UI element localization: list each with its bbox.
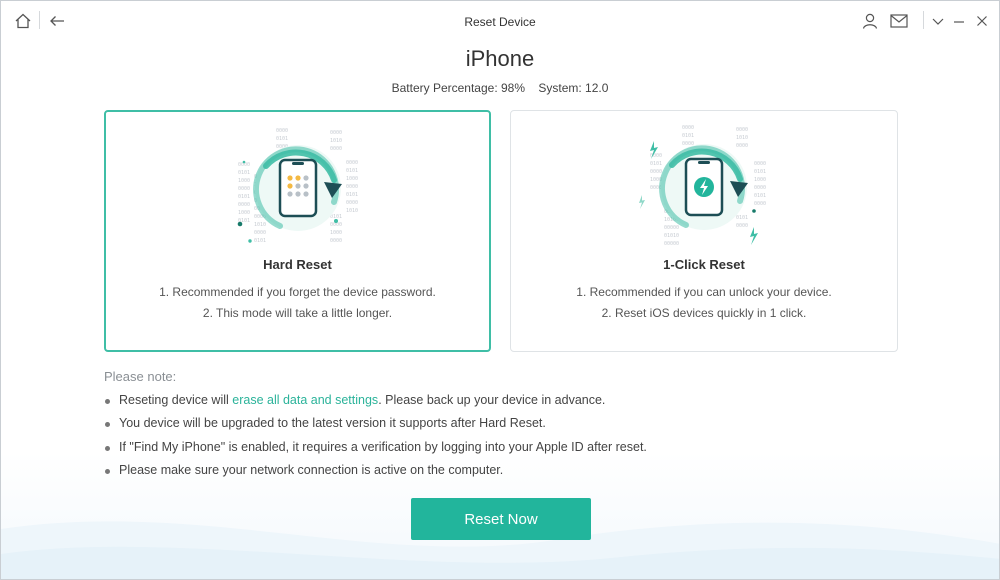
erase-data-link[interactable]: erase all data and settings — [232, 393, 378, 407]
hard-reset-description: 1. Recommended if you forget the device … — [106, 282, 489, 324]
svg-text:0101: 0101 — [754, 169, 766, 175]
svg-text:0000: 0000 — [330, 130, 342, 136]
svg-text:0101: 0101 — [276, 136, 288, 142]
svg-text:1010: 1010 — [330, 138, 342, 144]
bullet-icon — [105, 468, 110, 474]
svg-text:0000: 0000 — [330, 238, 342, 244]
svg-text:0101: 0101 — [346, 192, 358, 198]
svg-text:1000: 1000 — [238, 210, 250, 216]
svg-text:0101: 0101 — [682, 133, 694, 139]
hard-reset-line-2: 2. This mode will take a little longer. — [202, 306, 393, 320]
svg-text:0101: 0101 — [650, 161, 662, 167]
bullet-icon — [105, 445, 110, 451]
svg-text:0000: 0000 — [754, 185, 766, 191]
svg-text:1010: 1010 — [254, 222, 266, 228]
svg-text:0000: 0000 — [650, 169, 662, 175]
note-label: Please note: — [104, 369, 177, 384]
svg-text:0101: 0101 — [238, 194, 250, 200]
one-click-reset-card[interactable]: 00000101000010000000 0000001010000001010… — [510, 110, 898, 352]
svg-text:1010: 1010 — [736, 135, 748, 141]
svg-text:0000: 0000 — [346, 200, 358, 206]
svg-text:0000: 0000 — [736, 223, 748, 229]
note-item: Reseting device will erase all data and … — [104, 389, 647, 412]
note-item: If "Find My iPhone" is enabled, it requi… — [104, 436, 647, 459]
device-info: Battery Percentage: 98% System: 12.0 — [1, 81, 999, 95]
svg-text:0101: 0101 — [736, 215, 748, 221]
app-window: Reset Device iPhone Battery Percentage: … — [0, 0, 1000, 580]
svg-text:1000: 1000 — [346, 176, 358, 182]
svg-text:0000: 0000 — [650, 153, 662, 159]
title-bar-divider-right — [923, 11, 924, 29]
svg-text:0101: 0101 — [238, 170, 250, 176]
hard-reset-line-1: 1. Recommended if you forget the device … — [159, 285, 436, 299]
svg-text:0000: 0000 — [754, 161, 766, 167]
svg-text:0000: 0000 — [346, 184, 358, 190]
note-item: Please make sure your network connection… — [104, 459, 647, 482]
svg-text:01010: 01010 — [664, 233, 679, 239]
svg-text:0000: 0000 — [346, 160, 358, 166]
svg-text:00000: 00000 — [664, 225, 679, 231]
device-name: iPhone — [465, 46, 535, 71]
system-version: System: 12.0 — [538, 81, 609, 95]
svg-text:1000: 1000 — [330, 230, 342, 236]
svg-text:0101: 0101 — [346, 168, 358, 174]
close-icon[interactable] — [970, 9, 994, 33]
svg-text:0000: 0000 — [330, 146, 342, 152]
hard-reset-illustration: 0000 0101 1000 0000 0101 0000 1000 0101 0000 101… — [106, 118, 489, 258]
svg-text:00000: 00000 — [664, 241, 679, 247]
svg-text:0101: 0101 — [254, 238, 266, 244]
svg-text:0000: 0000 — [254, 230, 266, 236]
one-click-reset-illustration: 00000101000010000000 0000001010000001010… — [511, 117, 897, 257]
note-item: You device will be upgraded to the lates… — [104, 412, 647, 435]
svg-text:0000: 0000 — [682, 125, 694, 131]
reset-now-button[interactable]: Reset Now — [411, 498, 591, 540]
minimize-icon[interactable] — [947, 9, 971, 33]
svg-text:0000: 0000 — [276, 128, 288, 134]
note-text: You device will be upgraded to the lates… — [119, 416, 546, 431]
note-text: . Please back up your device in advance. — [378, 393, 606, 407]
note-text: Please make sure your network connection… — [119, 462, 504, 477]
title-bar: Reset Device — [1, 1, 999, 41]
note-text: If "Find My iPhone" is enabled, it requi… — [119, 439, 647, 454]
svg-text:1000: 1000 — [754, 177, 766, 183]
one-click-reset-line-1: 1. Recommended if you can unlock your de… — [576, 285, 832, 299]
user-icon[interactable] — [858, 9, 882, 33]
svg-text:0101: 0101 — [754, 193, 766, 199]
svg-text:0000: 0000 — [238, 186, 250, 192]
one-click-reset-line-2: 2. Reset iOS devices quickly in 1 click. — [601, 306, 807, 320]
svg-text:0000: 0000 — [238, 202, 250, 208]
one-click-reset-title: 1-Click Reset — [663, 257, 745, 272]
bullet-icon — [105, 422, 110, 428]
battery-percentage: Battery Percentage: 98% — [391, 81, 526, 95]
svg-text:0000: 0000 — [736, 127, 748, 133]
svg-text:0000: 0000 — [736, 143, 748, 149]
bullet-icon — [105, 399, 110, 404]
svg-text:1010: 1010 — [346, 208, 358, 214]
svg-text:0000: 0000 — [754, 201, 766, 207]
notes-list: Reseting device will erase all data and … — [104, 389, 647, 482]
hard-reset-card[interactable]: 0000 0101 1000 0000 0101 0000 1000 0101 0000 101… — [104, 110, 491, 352]
window-title: Reset Device — [464, 15, 536, 29]
hard-reset-title: Hard Reset — [263, 257, 332, 272]
mail-icon[interactable] — [887, 9, 911, 33]
svg-text:1000: 1000 — [238, 178, 250, 184]
one-click-reset-description: 1. Recommended if you can unlock your de… — [511, 282, 897, 324]
note-text: Reseting device will — [119, 393, 233, 407]
